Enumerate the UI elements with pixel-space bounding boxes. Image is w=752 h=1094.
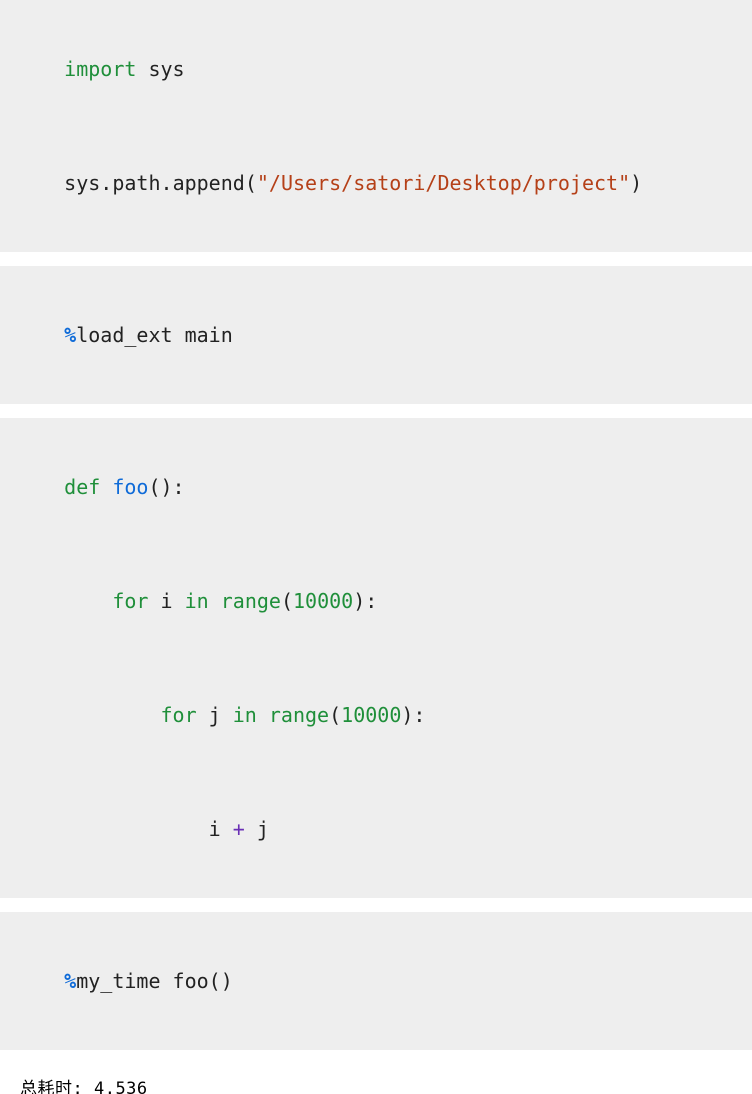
space: [257, 703, 269, 727]
code-line: i + j: [16, 772, 736, 886]
token: sys: [136, 57, 184, 81]
indent: [64, 703, 160, 727]
code-line: def foo():: [16, 430, 736, 544]
paren: ():: [148, 475, 184, 499]
keyword-def: def: [64, 475, 100, 499]
attr: append: [173, 171, 245, 195]
code-cell[interactable]: %my_time foo(): [0, 912, 752, 1050]
var: j: [197, 703, 233, 727]
magic-percent: %: [64, 969, 76, 993]
paren-close: ):: [353, 589, 377, 613]
paren-close: ): [630, 171, 642, 195]
code-line: for j in range(10000):: [16, 658, 736, 772]
code-line: %my_time foo(): [16, 924, 736, 1038]
keyword-in: in: [185, 589, 209, 613]
magic-command: my_time foo(): [76, 969, 233, 993]
paren-open: (: [281, 589, 293, 613]
code-line: sys.path.append("/Users/satori/Desktop/p…: [16, 126, 736, 240]
builtin-range: range: [269, 703, 329, 727]
number-literal: 10000: [293, 589, 353, 613]
operator-plus: +: [233, 817, 245, 841]
magic-percent: %: [64, 323, 76, 347]
code-cell[interactable]: def foo(): for i in range(10000): for j …: [0, 418, 752, 898]
output-text: 总耗时: 4.536: [0, 1064, 752, 1094]
builtin-range: range: [221, 589, 281, 613]
code-line: import sys: [16, 12, 736, 126]
code-cell[interactable]: import sys sys.path.append("/Users/sator…: [0, 0, 752, 252]
paren-open: (: [329, 703, 341, 727]
keyword-in: in: [233, 703, 257, 727]
paren-close: ):: [401, 703, 425, 727]
magic-command: load_ext main: [76, 323, 233, 347]
attr: path: [112, 171, 160, 195]
keyword-import: import: [64, 57, 136, 81]
code-line: for i in range(10000):: [16, 544, 736, 658]
var: j: [245, 817, 269, 841]
var: i: [148, 589, 184, 613]
space: [209, 589, 221, 613]
indent: i: [64, 817, 233, 841]
identifier: sys: [64, 171, 100, 195]
keyword-for: for: [161, 703, 197, 727]
code-line: %load_ext main: [16, 278, 736, 392]
dot: .: [100, 171, 112, 195]
dot: .: [161, 171, 173, 195]
code-cell[interactable]: %load_ext main: [0, 266, 752, 404]
paren-open: (: [245, 171, 257, 195]
string-literal: "/Users/satori/Desktop/project": [257, 171, 630, 195]
space: [100, 475, 112, 499]
number-literal: 10000: [341, 703, 401, 727]
function-name: foo: [112, 475, 148, 499]
keyword-for: for: [112, 589, 148, 613]
indent: [64, 589, 112, 613]
